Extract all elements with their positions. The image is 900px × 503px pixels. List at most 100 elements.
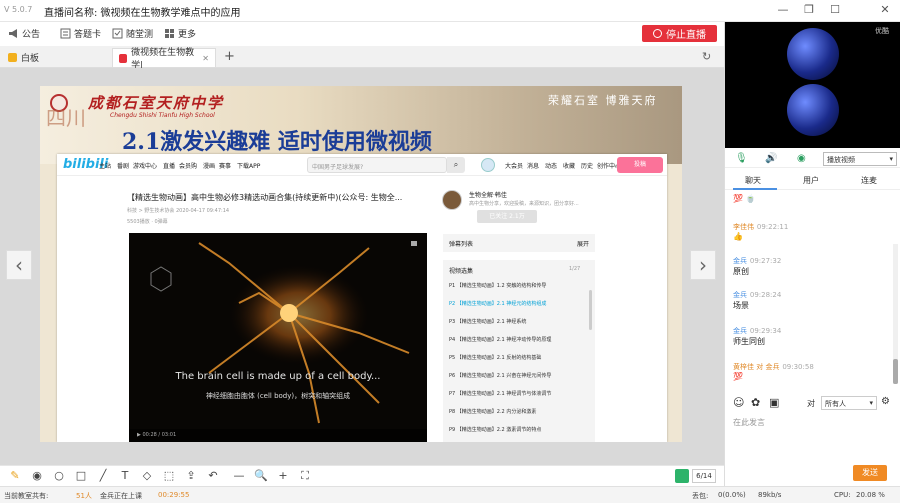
recipient-select[interactable]: 所有人 ▾: [821, 396, 877, 410]
chat-sender: 金兵: [733, 257, 747, 265]
bili-nav-item: 番剧: [117, 163, 130, 170]
tab-microvideo[interactable]: 微视频在生物教学| ✕: [112, 48, 216, 71]
line-icon[interactable]: ╱: [96, 469, 110, 483]
send-button[interactable]: 发送: [853, 465, 887, 481]
speaker-icon[interactable]: 🔊: [765, 153, 777, 164]
packet-loss-label: 丢包:: [692, 492, 709, 500]
playlist-item: P7 【精选生物动画】2.1 神经调节与体液调节: [449, 391, 552, 397]
subtitle-en: The brain cell is made up of a cell body…: [175, 371, 381, 382]
pen-icon[interactable]: ✎: [8, 469, 22, 483]
quiz-icon: [112, 28, 123, 39]
chat-message: 金兵 09:28:24 场景: [733, 290, 781, 311]
up-avatar: [442, 190, 462, 210]
close-button[interactable]: ✕: [878, 3, 892, 17]
answer-card-button[interactable]: 答题卡: [60, 27, 101, 40]
page-indicator: 6/14: [692, 469, 716, 483]
eraser-icon[interactable]: ◇: [140, 469, 154, 483]
chat-input[interactable]: 在此发言: [733, 417, 765, 428]
playlist-item-active: P2 【精选生物动画】2.1 神经元的结构组成: [449, 301, 547, 307]
chat-input-tools: ☺ ✿ ▣ 对 所有人 ▾ ⚙: [725, 394, 900, 414]
chat-sender: 李佳伟: [733, 223, 754, 231]
microphone-icon[interactable]: 🎙: [735, 153, 748, 164]
playlist-item: P3 【精选生物动画】2.1 神经系统: [449, 319, 527, 325]
bili-search-input: 中国男子足球发展?: [307, 157, 447, 173]
chat-message-text: 师生同创: [733, 337, 765, 346]
rectangle-icon[interactable]: □: [74, 469, 88, 483]
bitrate: 89kb/s: [758, 491, 782, 499]
laser-icon[interactable]: ◉: [30, 469, 44, 483]
whiteboard-icon: [8, 53, 17, 62]
camera-icon[interactable]: ◉: [797, 153, 806, 164]
chat-tabs: 聊天 用户 连麦: [725, 172, 900, 190]
fullscreen-icon[interactable]: ⛶: [298, 469, 312, 483]
undo-icon[interactable]: ↶: [206, 469, 220, 483]
upload-icon[interactable]: ⇪: [184, 469, 198, 483]
packet-loss: 0(0.0%): [718, 491, 746, 499]
restore-button[interactable]: ❐: [802, 3, 816, 17]
chat-message: 金兵 09:29:34 师生同创: [733, 326, 781, 347]
playlist-item: P9 【精选生物动画】2.2 激素调节的特点: [449, 427, 542, 433]
next-slide-button[interactable]: ›: [690, 250, 716, 280]
camera-watermark: 优酷: [875, 27, 889, 35]
chat-scrollbar[interactable]: [893, 244, 898, 384]
chat-sender: 金兵: [733, 291, 747, 299]
more-button[interactable]: 更多: [164, 27, 196, 40]
zoom-in-icon[interactable]: +: [276, 469, 290, 483]
playlist-item: P8 【精选生物动画】2.2 内分泌和激素: [449, 409, 537, 415]
answer-card-icon: [60, 28, 71, 39]
notice-button[interactable]: 公告: [8, 27, 40, 40]
bili-right-nav-item: 大会员: [505, 163, 524, 170]
app-version: V 5.0.7: [4, 5, 33, 14]
circle-icon[interactable]: ○: [52, 469, 66, 483]
search-icon: ⌕: [447, 157, 465, 173]
emoji-icon[interactable]: ☺: [733, 396, 744, 409]
select-icon[interactable]: ⬚: [162, 469, 176, 483]
settings-icon[interactable]: ⚙: [881, 396, 890, 407]
window-title: 直播间名称: 微视频在生物教学难点中的应用: [44, 8, 241, 19]
tab-mic-link[interactable]: 连麦: [861, 175, 877, 186]
video-title: 【精选生物动画】高中生物必修3精选动画合集(持续更新中)(公众号: 生物全...: [127, 193, 403, 202]
minimize-button[interactable]: —: [776, 3, 790, 17]
text-icon[interactable]: T: [118, 469, 132, 483]
tab-chat[interactable]: 聊天: [745, 175, 761, 186]
tab-whiteboard[interactable]: 白板: [2, 48, 102, 67]
notice-label: 公告: [22, 30, 41, 40]
right-panel: 优酷 🎙 🔊 ◉ 播放视频 ▾ 聊天 用户 连麦 💯 🍵 李佳伟 09:22:1…: [724, 22, 900, 486]
chat-time: 09:22:11: [756, 223, 789, 231]
prev-slide-button[interactable]: ‹: [6, 250, 32, 280]
chat-message-text: 💯: [733, 372, 743, 381]
maximize-button[interactable]: ☐: [828, 3, 842, 17]
bili-upload-button: 投稿: [617, 157, 663, 173]
bubble-image: [787, 28, 839, 80]
tab-users[interactable]: 用户: [803, 175, 819, 186]
add-tab-button[interactable]: +: [224, 49, 235, 64]
play-video-select[interactable]: 播放视频 ▾: [823, 152, 897, 166]
cpu-usage: 20.08 %: [856, 491, 885, 499]
zoom-icon[interactable]: 🔍: [254, 469, 268, 483]
chat-time: 09:27:32: [749, 257, 782, 265]
image-icon[interactable]: ▣: [769, 396, 779, 409]
chevron-down-icon: ▾: [869, 399, 873, 407]
stop-live-button[interactable]: 停止直播: [642, 25, 717, 42]
chat-message-text: 原创: [733, 267, 749, 276]
chat-message-text: 💯 🍵: [733, 194, 756, 203]
count-label: 当前教室共有:: [4, 492, 49, 500]
school-name-en: Chengdu Shishi Tianfu High School: [110, 112, 215, 119]
thumbnail-icon[interactable]: [675, 469, 689, 483]
bili-right-nav-item: 消息: [527, 163, 540, 170]
refresh-icon[interactable]: ↻: [702, 50, 711, 63]
chat-message: 黄梓佳 对 金兵 09:30:58 💯: [733, 362, 814, 381]
quiz-button[interactable]: 随堂测: [112, 27, 153, 40]
media-controls: 🎙 🔊 ◉ 播放视频 ▾: [725, 150, 900, 168]
cpu-label: CPU:: [834, 491, 851, 499]
flower-icon[interactable]: ✿: [751, 396, 760, 409]
zoom-out-icon[interactable]: —: [232, 469, 246, 483]
chat-scrollbar-thumb[interactable]: [893, 359, 898, 384]
chat-sender: 金兵: [733, 327, 747, 335]
tab-close-icon[interactable]: ✕: [202, 54, 209, 63]
video-meta: 科技 > 野生技术协会 2020-04-17 09:47:14: [127, 208, 230, 214]
slide: 四川 成都石室天府中学 Chengdu Shishi Tianfu High S…: [40, 86, 682, 442]
video-stats: 5503播放 · 0弹幕: [127, 219, 168, 225]
video-player: The brain cell is made up of a cell body…: [129, 233, 427, 442]
player-controls: ▶ 00:28 / 03:01: [129, 429, 427, 442]
